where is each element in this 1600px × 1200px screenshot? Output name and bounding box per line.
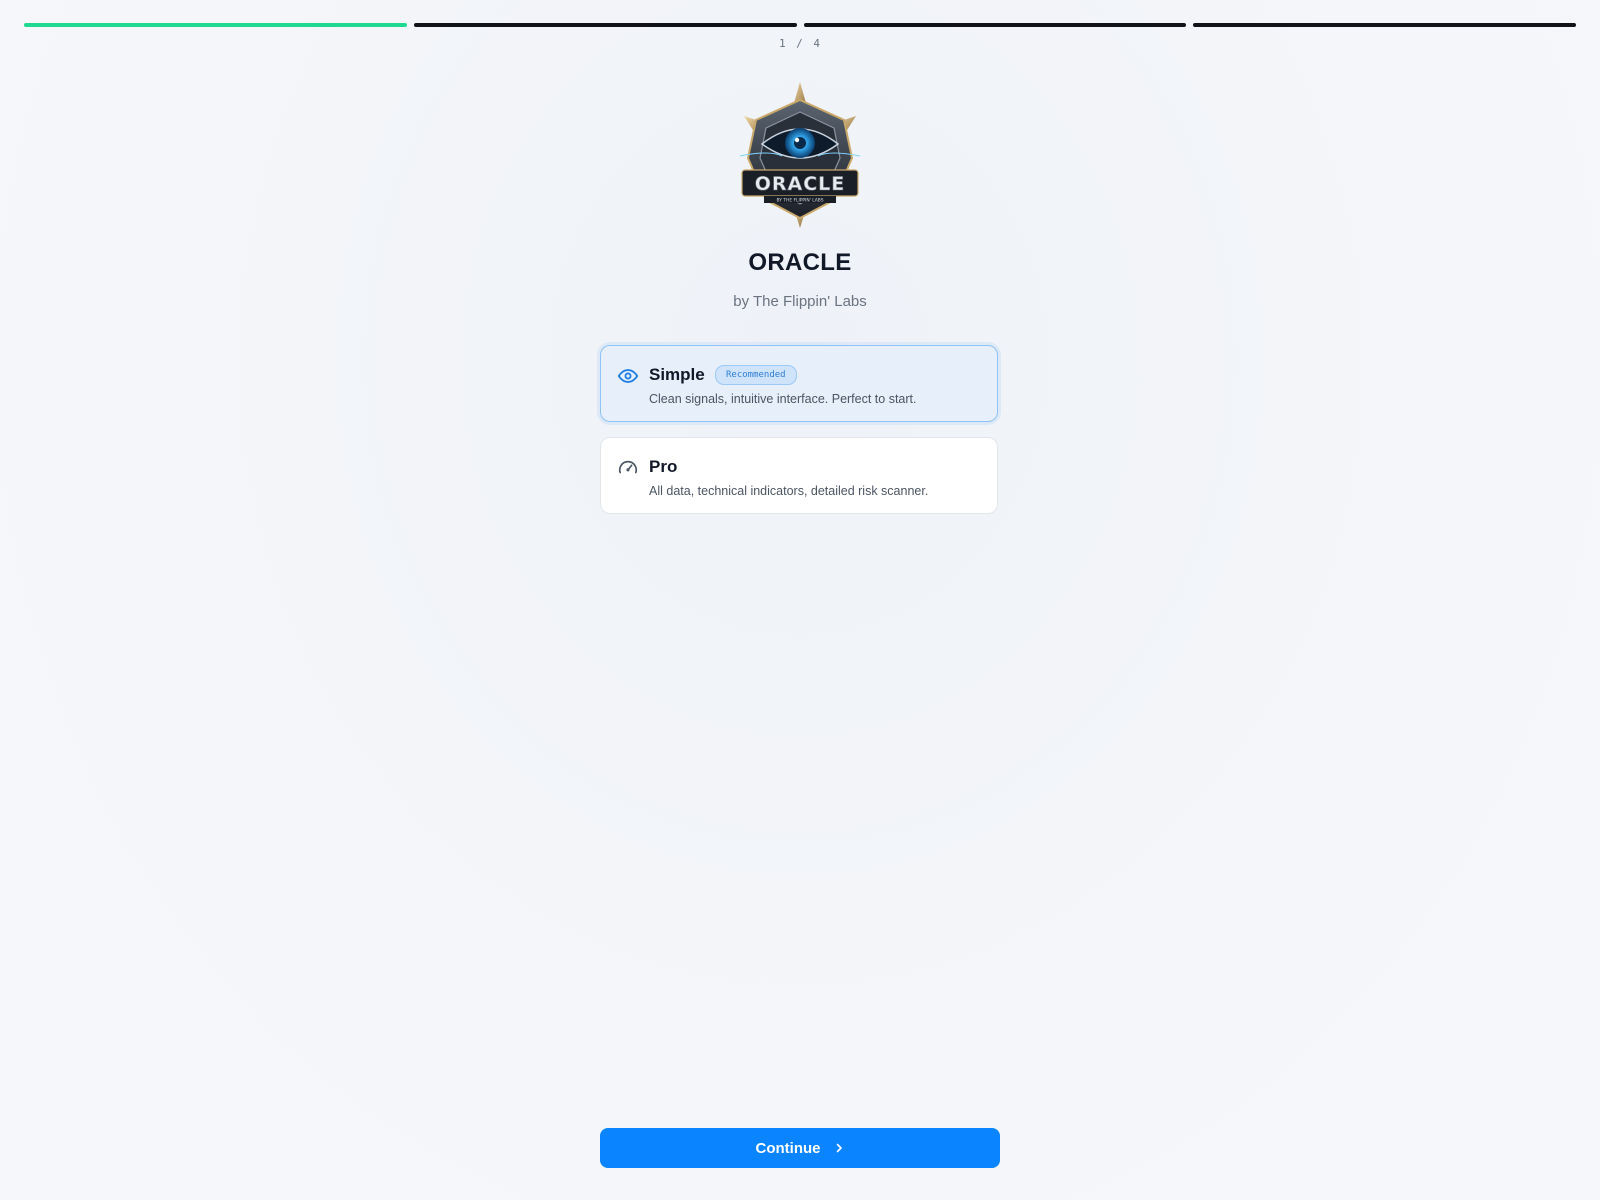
svg-text:ORACLE: ORACLE [755,173,846,195]
progress-segment-3 [803,23,1187,27]
progress-segment-2 [413,23,797,27]
gauge-icon [618,460,638,474]
mode-option-pro[interactable]: Pro All data, technical indicators, deta… [600,437,998,514]
recommended-badge: Recommended [715,365,797,385]
progress-segment-4 [1193,23,1576,27]
chevron-right-icon [836,1143,842,1153]
step-counter: 1 / 4 [778,37,822,50]
app-subtitle: by The Flippin' Labs [733,293,867,310]
mode-option-simple-description: Clean signals, intuitive interface. Perf… [649,392,917,406]
progress-bar [24,23,1576,27]
oracle-logo: ORACLE BY THE FLIPPIN' LABS [739,82,861,228]
app-title: ORACLE [748,249,852,276]
eye-icon [617,369,639,383]
mode-option-simple-title: Simple [649,365,705,384]
continue-button[interactable]: Continue [600,1128,1000,1168]
mode-option-simple[interactable]: Simple Recommended Clean signals, intuit… [600,345,998,422]
continue-button-label: Continue [755,1139,821,1157]
svg-text:BY THE FLIPPIN' LABS: BY THE FLIPPIN' LABS [776,198,823,204]
mode-option-pro-title: Pro [649,457,678,476]
progress-segment-1 [24,23,407,27]
mode-option-pro-description: All data, technical indicators, detailed… [649,484,929,498]
